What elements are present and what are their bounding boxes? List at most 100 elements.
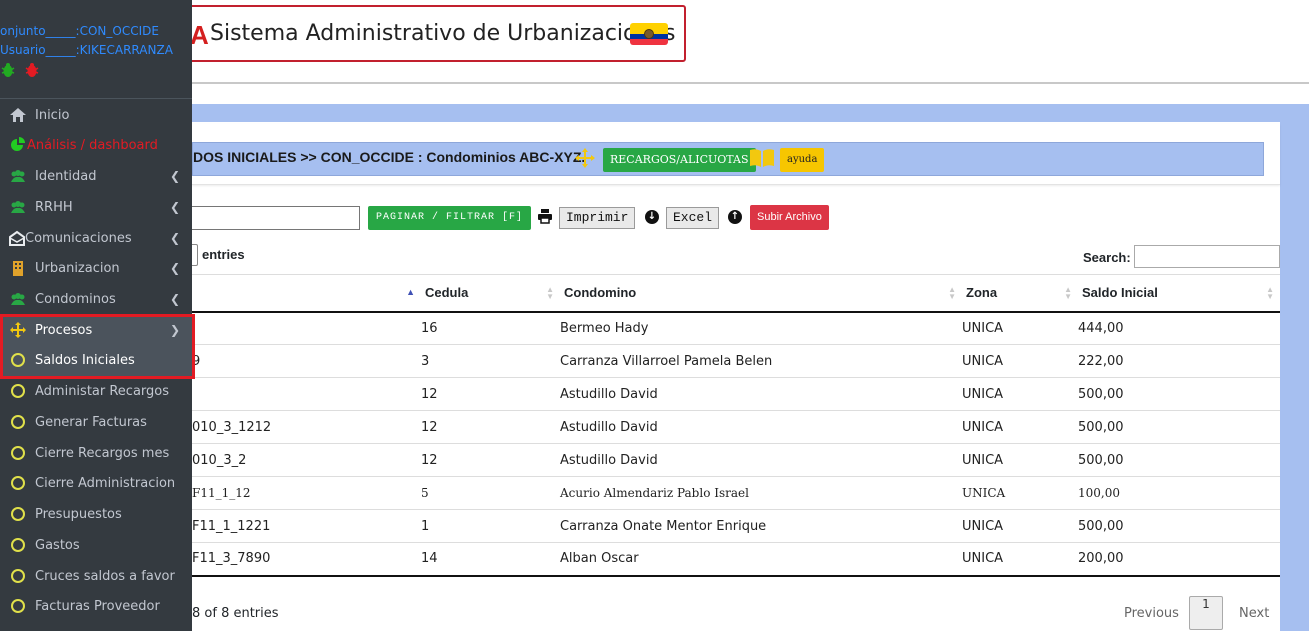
column-header-condomino[interactable]: Condomino ▲ ▼ [560,274,962,313]
users-icon [11,293,25,305]
ecuador-flag-icon [630,23,668,45]
table-row[interactable]: F11_1_1221 1 Carranza Onate Mentor Enriq… [192,509,1280,543]
cell-codigo: F11_1_12 [192,476,421,510]
saldos-table: ▲ Cedula ▲ ▼ Condomino ▲ ▼ Zona ▲ ▼ Saldo Inic… [192,274,1280,577]
cell-zona: UNICA [962,344,1078,378]
search-label: Search: [1083,250,1131,265]
download-circle-icon[interactable]: ↓ [645,210,659,224]
print-icon[interactable] [537,208,553,224]
conjunto-line: onjunto_____:CON_OCCIDE [0,24,159,38]
sidebar-item-label: Gastos [35,538,80,553]
usuario-line: Usuario_____:KIKECARRANZA [0,43,173,57]
cell-cedula: 16 [421,311,560,345]
sidebar-item-label: RRHH [35,200,73,215]
sidebar-item-condominos[interactable]: Condominos ❮ [0,284,192,315]
cell-saldo: 500,00 [1078,443,1280,477]
sidebar-item-administar-recargos[interactable]: Administar Recargos [0,376,192,407]
bug-red-icon[interactable] [24,62,40,78]
sidebar-item-gastos[interactable]: Gastos [0,530,192,561]
arrows-icon [10,322,26,338]
imprimir-button[interactable]: Imprimir [559,207,636,229]
cell-zona: UNICA [962,542,1078,577]
recargos-alicuotas-button[interactable]: RECARGOS/ALICUOTAS [603,148,756,172]
table-row[interactable]: F11_1_12 5 Acurio Almendariz Pablo Israe… [192,476,1280,510]
sidebar-item-cruces-saldos[interactable]: Cruces saldos a favor [0,561,192,592]
sidebar-item-generar-facturas[interactable]: Generar Facturas [0,407,192,438]
search-input[interactable] [1134,245,1280,268]
sidebar-item-cierre-administracion[interactable]: Cierre Administracion [0,468,192,499]
sidebar-item-label: Comunicaciones [25,231,132,246]
cell-cedula: 12 [421,443,560,477]
sidebar-item-inicio[interactable]: Inicio [0,100,192,131]
pagination-next[interactable]: Next [1239,606,1269,621]
column-header-saldo-inicial[interactable]: Saldo Inicial ▲ ▼ [1078,274,1280,313]
ayuda-button[interactable]: ayuda [780,148,825,172]
sidebar-item-label: Identidad [35,169,97,184]
sidebar-item-label: Urbanizacion [35,261,120,276]
cell-codigo: 010_3_1212 [192,410,421,444]
sidebar: onjunto_____:CON_OCCIDE Usuario_____:KIK… [0,0,195,631]
sort-asc-icon: ▲ [406,287,415,297]
sidebar-item-saldos-iniciales[interactable]: Saldos Iniciales [0,345,192,376]
sidebar-item-facturas-proveedor[interactable]: Facturas Proveedor [0,591,192,622]
cell-codigo [192,311,421,345]
cell-condomino: Acurio Almendariz Pablo Israel [560,476,962,510]
app-title: Sistema Administrativo de Urbanizaciones [210,21,676,46]
sidebar-item-label: Presupuestos [35,507,122,522]
upload-circle-icon[interactable]: ↑ [728,210,742,224]
column-header-zona[interactable]: Zona ▲ ▼ [962,274,1078,313]
circle-icon [11,384,25,398]
table-row[interactable]: 9 3 Carranza Villarroel Pamela Belen UNI… [192,344,1280,378]
sort-icon: ▲ ▼ [546,285,554,301]
table-row[interactable]: F11_3_7890 14 Alban Oscar UNICA 200,00 [192,542,1280,577]
table-row[interactable]: 16 Bermeo Hady UNICA 444,00 [192,311,1280,345]
sidebar-item-comunicaciones[interactable]: Comunicaciones ❮ [0,223,192,254]
chevron-left-icon: ❮ [169,200,180,214]
cell-cedula: 1 [421,509,560,543]
column-header-cedula[interactable]: Cedula ▲ ▼ [421,274,560,313]
envelope-open-icon [9,230,25,246]
cell-codigo [192,377,421,411]
sidebar-item-label: Generar Facturas [35,415,147,430]
chevron-left-icon: ❮ [169,169,180,183]
entries-length-select[interactable] [192,244,198,266]
paginar-filtrar-button[interactable]: PAGINAR / FILTRAR [F] [368,206,532,230]
table-row[interactable]: 12 Astudillo David UNICA 500,00 [192,377,1280,411]
sidebar-item-procesos[interactable]: Procesos ❯ [0,315,192,346]
cell-saldo: 444,00 [1078,311,1280,345]
app-logo: A [190,20,209,50]
sidebar-item-label: Cierre Administracion [35,476,176,491]
pagination-page-1[interactable]: 1 [1189,596,1223,630]
circle-icon [11,538,25,552]
book-icon[interactable] [749,147,775,169]
cell-zona: UNICA [962,509,1078,543]
cell-zona: UNICA [962,377,1078,411]
sidebar-item-label: Saldos Iniciales [35,353,135,368]
cell-saldo: 100,00 [1078,476,1280,510]
cell-cedula: 12 [421,377,560,411]
sort-icon: ▲ ▼ [1266,285,1274,301]
sidebar-item-urbanizacion[interactable]: Urbanizacion ❮ [0,253,192,284]
sidebar-item-label: Administar Recargos [35,384,170,399]
cell-condomino: Carranza Onate Mentor Enrique [560,509,962,543]
sidebar-item-presupuestos[interactable]: Presupuestos [0,499,192,530]
excel-button[interactable]: Excel [666,207,720,229]
table-row[interactable]: 010_3_2 12 Astudillo David UNICA 500,00 [192,443,1280,477]
cell-zona: UNICA [962,410,1078,444]
table-row[interactable]: 010_3_1212 12 Astudillo David UNICA 500,… [192,410,1280,444]
cell-saldo: 222,00 [1078,344,1280,378]
pagination-previous[interactable]: Previous [1124,606,1179,621]
sidebar-item-analisis[interactable]: Análisis / dashboard [0,130,192,161]
chevron-left-icon: ❮ [169,292,180,306]
arrows-move-icon[interactable] [574,147,596,169]
bug-green-icon[interactable] [0,62,16,78]
sidebar-item-cierre-recargos-mes[interactable]: Cierre Recargos mes [0,438,192,469]
subir-archivo-button[interactable]: Subir Archivo [750,205,829,230]
sidebar-item-identidad[interactable]: Identidad ❮ [0,161,192,192]
column-header-codigo[interactable]: ▲ [192,274,421,313]
app-title-box: A Sistema Administrativo de Urbanizacion… [180,5,686,62]
filter-input[interactable] [192,206,360,230]
table-info: 8 of 8 entries [192,606,279,621]
cell-codigo: 010_3_2 [192,443,421,477]
sidebar-item-rrhh[interactable]: RRHH ❮ [0,192,192,223]
